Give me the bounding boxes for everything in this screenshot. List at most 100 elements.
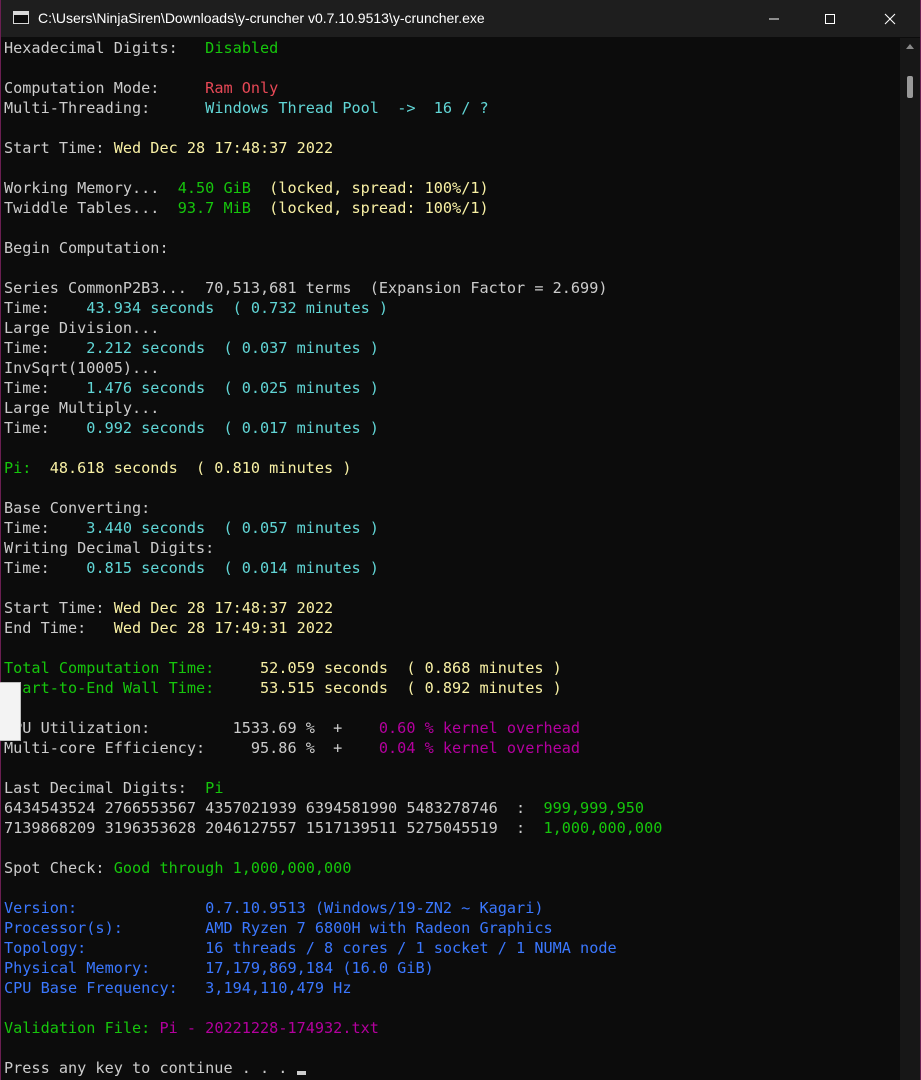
- console-line-blank-14: [4, 998, 900, 1018]
- console-text: 93.7 MiB: [177, 199, 251, 217]
- console-text: Version: 0.7.10.9513 (Windows/19-ZN2 ~ K…: [4, 899, 544, 917]
- desktop-edge: [0, 37, 1, 1080]
- minimize-button[interactable]: [751, 0, 797, 37]
- console-line-cpu-frequency: CPU Base Frequency: 3,194,110,479 Hz: [4, 978, 900, 998]
- console-line-writing-digits: Writing Decimal Digits:: [4, 538, 900, 558]
- console-line-working-memory: Working Memory... 4.50 GiB (locked, spre…: [4, 178, 900, 198]
- console-line-physical-memory: Physical Memory: 17,179,869,184 (16.0 Gi…: [4, 958, 900, 978]
- console-text: Disabled: [205, 39, 279, 57]
- console-text: Twiddle Tables...: [4, 199, 178, 217]
- console-app-icon: [13, 11, 29, 24]
- scroll-up-arrow-icon[interactable]: [906, 44, 914, 49]
- console-text: 48.618 seconds ( 0.810 minutes ): [49, 459, 352, 477]
- console-line-time-writing: Time: 0.815 seconds ( 0.014 minutes ): [4, 558, 900, 578]
- console-text: Series CommonP2B3... 70,513,681 terms (E…: [4, 279, 608, 297]
- console-text: 7139868209 3196353628 2046127557 1517139…: [4, 819, 544, 837]
- console-line-validation-file: Validation File: Pi - 20221228-174932.tx…: [4, 1018, 900, 1038]
- console-line-blank-13: [4, 878, 900, 898]
- console-text: (locked, spread: 100%/1): [250, 179, 489, 197]
- console-text: End Time:: [4, 619, 114, 637]
- console-text: Hexadecimal Digits:: [4, 39, 206, 57]
- console-text: Ram Only: [205, 79, 279, 97]
- window-title: C:\Users\NinjaSiren\Downloads\y-cruncher…: [38, 10, 485, 26]
- minimize-icon: [769, 18, 779, 19]
- console-line-blank-1: [4, 58, 900, 78]
- console-line-blank-15: [4, 1038, 900, 1058]
- console-output[interactable]: Hexadecimal Digits: Disabled Computation …: [4, 38, 900, 1080]
- console-line-large-multiply: Large Multiply...: [4, 398, 900, 418]
- console-line-time-base: Time: 3.440 seconds ( 0.057 minutes ): [4, 518, 900, 538]
- console-text: CPU Base Frequency: 3,194,110,479 Hz: [4, 979, 352, 997]
- console-line-blank-10: [4, 698, 900, 718]
- console-text: 0.60 % kernel overhead: [378, 719, 581, 737]
- console-text: Time:: [4, 519, 87, 537]
- console-text: Base Converting:: [4, 499, 151, 517]
- close-icon: [884, 13, 896, 24]
- console-text: Validation File:: [4, 1019, 160, 1037]
- console-text: Multi-Threading:: [4, 99, 206, 117]
- console-line-blank-7: [4, 478, 900, 498]
- console-text: Pi:: [4, 459, 50, 477]
- console-text: Computation Mode:: [4, 79, 206, 97]
- console-text: 53.515 seconds ( 0.892 minutes ): [260, 679, 562, 697]
- console-text: Processor(s): AMD Ryzen 7 6800H with Rad…: [4, 919, 553, 937]
- scrollbar-thumb[interactable]: [907, 76, 913, 98]
- console-text: 0.04 % kernel overhead: [378, 739, 581, 757]
- console-line-blank-2: [4, 118, 900, 138]
- console-text: 0.992 seconds ( 0.017 minutes ): [86, 419, 379, 437]
- console-line-processor: Processor(s): AMD Ryzen 7 6800H with Rad…: [4, 918, 900, 938]
- console-line-base-converting: Base Converting:: [4, 498, 900, 518]
- console-line-time-multiply: Time: 0.992 seconds ( 0.017 minutes ): [4, 418, 900, 438]
- console-text: Good through 1,000,000,000: [113, 859, 352, 877]
- console-text: 52.059 seconds ( 0.868 minutes ): [260, 659, 562, 677]
- console-line-hex: Hexadecimal Digits: Disabled: [4, 38, 900, 58]
- close-button[interactable]: [867, 0, 913, 37]
- console-line-start-time-2: Start Time: Wed Dec 28 17:48:37 2022: [4, 598, 900, 618]
- side-overlay-tab[interactable]: [0, 682, 21, 741]
- console-text: 43.934 seconds ( 0.732 minutes ): [86, 299, 389, 317]
- console-line-total-time: Total Computation Time: 52.059 seconds (…: [4, 658, 900, 678]
- console-line-wall-time: Start-to-End Wall Time: 53.515 seconds (…: [4, 678, 900, 698]
- title-bar[interactable]: C:\Users\NinjaSiren\Downloads\y-cruncher…: [1, 0, 920, 37]
- console-text: Time:: [4, 419, 87, 437]
- console-line-spot-check: Spot Check: Good through 1,000,000,000: [4, 858, 900, 878]
- console-line-pi-time: Pi: 48.618 seconds ( 0.810 minutes ): [4, 458, 900, 478]
- console-text: 2.212 seconds ( 0.037 minutes ): [86, 339, 379, 357]
- console-text: Physical Memory: 17,179,869,184 (16.0 Gi…: [4, 959, 434, 977]
- console-text: Time:: [4, 339, 87, 357]
- console-text: Pi - 20221228-174932.txt: [159, 1019, 379, 1037]
- console-text: Begin Computation:: [4, 239, 169, 257]
- console-line-time-division: Time: 2.212 seconds ( 0.037 minutes ): [4, 338, 900, 358]
- console-line-start-time-1: Start Time: Wed Dec 28 17:48:37 2022: [4, 138, 900, 158]
- console-text: Writing Decimal Digits:: [4, 539, 215, 557]
- console-text: Multi-core Efficiency: 95.86 % +: [4, 739, 379, 757]
- console-line-end-time: End Time: Wed Dec 28 17:49:31 2022: [4, 618, 900, 638]
- console-line-blank-3: [4, 158, 900, 178]
- console-line-blank-8: [4, 578, 900, 598]
- console-text: InvSqrt(10005)...: [4, 359, 160, 377]
- vertical-scrollbar[interactable]: [900, 38, 920, 1080]
- console-window: C:\Users\NinjaSiren\Downloads\y-cruncher…: [1, 0, 920, 1080]
- console-text: Large Division...: [4, 319, 160, 337]
- console-line-blank-12: [4, 838, 900, 858]
- console-line-large-division: Large Division...: [4, 318, 900, 338]
- maximize-button[interactable]: [807, 0, 853, 37]
- console-text: Spot Check:: [4, 859, 114, 877]
- console-text: (locked, spread: 100%/1): [250, 199, 489, 217]
- console-text: Wed Dec 28 17:48:37 2022: [113, 599, 334, 617]
- console-line-blank-9: [4, 638, 900, 658]
- console-text: Start Time:: [4, 139, 114, 157]
- console-line-cpu-util: CPU Utilization: 1533.69 % + 0.60 % kern…: [4, 718, 900, 738]
- console-line-begin-computation: Begin Computation:: [4, 238, 900, 258]
- console-line-series: Series CommonP2B3... 70,513,681 terms (E…: [4, 278, 900, 298]
- maximize-icon: [825, 13, 835, 24]
- console-line-topology: Topology: 16 threads / 8 cores / 1 socke…: [4, 938, 900, 958]
- text-cursor: [296, 1071, 306, 1075]
- console-text: CPU Utilization: 1533.69 % +: [4, 719, 379, 737]
- console-line-digits-2: 7139868209 3196353628 2046127557 1517139…: [4, 818, 900, 838]
- console-line-time-series: Time: 43.934 seconds ( 0.732 minutes ): [4, 298, 900, 318]
- console-text: Time:: [4, 379, 87, 397]
- console-text: Start Time:: [4, 599, 114, 617]
- console-line-blank-6: [4, 438, 900, 458]
- console-line-invsqrt: InvSqrt(10005)...: [4, 358, 900, 378]
